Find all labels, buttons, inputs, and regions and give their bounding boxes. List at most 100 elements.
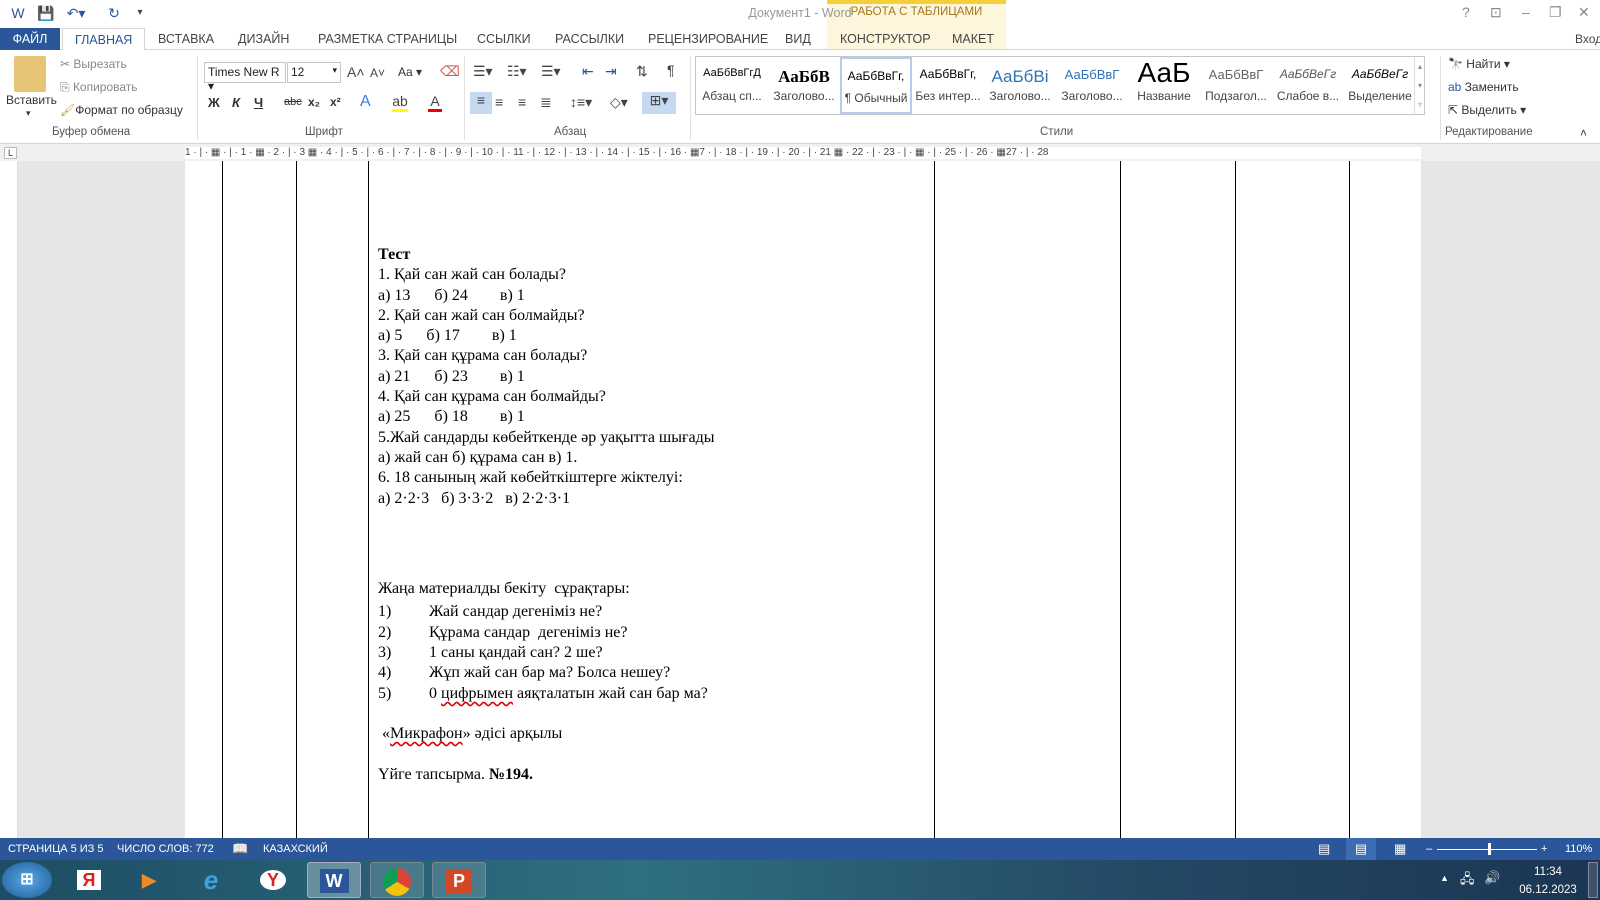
- page-count[interactable]: СТРАНИЦА 5 ИЗ 5: [8, 838, 104, 860]
- subscript-button[interactable]: x₂: [308, 95, 320, 109]
- tab-design[interactable]: ДИЗАЙН: [226, 28, 301, 50]
- horizontal-ruler[interactable]: 1 · | · ▦ · | · 1 · ▦ · 2 · | · 3 ▦ · 4 …: [185, 147, 1421, 159]
- close-button[interactable]: ✕: [1578, 4, 1590, 21]
- justify-icon[interactable]: ≣: [540, 94, 552, 111]
- tab-selector[interactable]: L: [4, 147, 17, 159]
- taskbar-word-icon[interactable]: W: [307, 862, 361, 898]
- underline-button[interactable]: Ч: [254, 95, 263, 110]
- misspelled-word[interactable]: цифрымен: [441, 685, 513, 702]
- decrease-indent-icon[interactable]: ⇤: [582, 63, 594, 80]
- zoom-level[interactable]: 110%: [1565, 838, 1592, 860]
- question-number: 1): [378, 603, 392, 620]
- restore-button[interactable]: ❐: [1549, 4, 1562, 21]
- styles-scroll[interactable]: ▴ ▾ ▿: [1414, 57, 1425, 114]
- sort-icon[interactable]: ⇅: [636, 63, 648, 80]
- style-heading-2[interactable]: АаБбВвГ Заголово...: [1056, 57, 1128, 114]
- replace-button[interactable]: ab Заменить: [1448, 80, 1519, 94]
- multilevel-list-icon[interactable]: ☰▾: [541, 63, 561, 80]
- taskbar-ie-icon[interactable]: e: [184, 862, 238, 898]
- bold-button[interactable]: Ж: [208, 95, 220, 110]
- superscript-button[interactable]: x²: [330, 95, 341, 109]
- numbering-icon[interactable]: ☷▾: [507, 63, 527, 80]
- proofing-icon[interactable]: 📖: [232, 838, 248, 860]
- tab-table-layout[interactable]: МАКЕТ: [940, 28, 1006, 50]
- italic-button[interactable]: К: [232, 95, 240, 110]
- format-painter-button[interactable]: 🖌Формат по образцу: [60, 103, 183, 117]
- style-normal[interactable]: АаБбВвГг, ¶ Обычный: [840, 57, 912, 114]
- minimize-button[interactable]: –: [1522, 4, 1530, 20]
- style-heading-1[interactable]: АаБбВі Заголово...: [984, 57, 1056, 114]
- paste-button[interactable]: Вставить: [6, 93, 57, 107]
- clock-date[interactable]: 06.12.2023: [1514, 884, 1582, 896]
- align-center-icon[interactable]: ≡: [495, 94, 503, 110]
- taskbar-chrome-icon[interactable]: [370, 862, 424, 898]
- language[interactable]: КАЗАХСКИЙ: [263, 838, 328, 860]
- style-emphasis[interactable]: АаБбВеГг Выделение: [1344, 57, 1416, 114]
- network-icon[interactable]: 🖧: [1460, 870, 1475, 892]
- borders-icon[interactable]: ⊞▾: [642, 92, 676, 114]
- style-no-spacing[interactable]: АаБбВвГг, Без интер...: [912, 57, 984, 114]
- tab-insert[interactable]: ВСТАВКА: [146, 28, 226, 50]
- taskbar-yandex-icon[interactable]: Я: [62, 862, 116, 898]
- tab-home[interactable]: ГЛАВНАЯ: [62, 28, 146, 51]
- tab-references[interactable]: ССЫЛКИ: [465, 28, 543, 50]
- tab-layout[interactable]: РАЗМЕТКА СТРАНИЦЫ: [306, 28, 469, 50]
- show-hidden-icons[interactable]: ▲: [1440, 873, 1449, 883]
- copy-button[interactable]: ⎘ Копировать: [60, 80, 138, 95]
- text-effects-icon[interactable]: A: [360, 93, 371, 111]
- style-subtitle[interactable]: АаБбВвГ Подзагол...: [1200, 57, 1272, 114]
- vertical-ruler[interactable]: [0, 161, 18, 838]
- font-name-select[interactable]: Times New R ▾: [204, 62, 286, 93]
- zoom-slider-thumb[interactable]: [1488, 843, 1491, 855]
- tab-mailings[interactable]: РАССЫЛКИ: [543, 28, 636, 50]
- sign-in-link[interactable]: Вход: [1575, 28, 1600, 50]
- style-heading[interactable]: АаБбВ Заголово...: [768, 57, 840, 114]
- misspelled-word[interactable]: Микрафон: [390, 725, 463, 742]
- zoom-slider[interactable]: [1437, 849, 1537, 850]
- ribbon-display-icon[interactable]: ⊡: [1490, 4, 1502, 21]
- font-color-icon[interactable]: A: [428, 93, 442, 112]
- show-desktop-button[interactable]: [1588, 862, 1598, 898]
- web-layout-icon[interactable]: ▦: [1394, 838, 1406, 860]
- align-left-icon[interactable]: ≡: [470, 92, 492, 114]
- increase-indent-icon[interactable]: ⇥: [605, 63, 617, 80]
- paste-dropdown-icon[interactable]: ▾: [26, 108, 31, 119]
- tab-file[interactable]: ФАЙЛ: [0, 28, 60, 50]
- zoom-in-button[interactable]: +: [1541, 838, 1547, 860]
- shading-icon[interactable]: ◇▾: [610, 94, 628, 111]
- read-mode-icon[interactable]: ▤: [1318, 838, 1330, 860]
- strikethrough-button[interactable]: abc: [284, 96, 302, 108]
- line-spacing-icon[interactable]: ↕≡▾: [570, 94, 592, 111]
- cut-button[interactable]: ✂ Вырезать: [60, 57, 127, 71]
- taskbar-yandex-browser-icon[interactable]: Y: [246, 862, 300, 898]
- tab-review[interactable]: РЕЦЕНЗИРОВАНИЕ: [636, 28, 780, 50]
- paste-icon[interactable]: [14, 56, 46, 92]
- start-button[interactable]: ⊞: [2, 862, 52, 898]
- select-button[interactable]: ⇱ Выделить ▾: [1448, 103, 1526, 117]
- collapse-ribbon-icon[interactable]: ˄: [1580, 126, 1587, 140]
- align-right-icon[interactable]: ≡: [518, 94, 526, 110]
- clear-formatting-icon[interactable]: ⌫: [440, 63, 460, 80]
- bullets-icon[interactable]: ☰▾: [473, 63, 493, 80]
- homework-number: №194.: [488, 766, 534, 783]
- find-button[interactable]: 🔭 Найти ▾: [1448, 57, 1510, 71]
- zoom-out-button[interactable]: –: [1426, 838, 1432, 860]
- style-subtle-emphasis[interactable]: АаБбВеГг Слабое в...: [1272, 57, 1344, 114]
- grow-font-icon[interactable]: A˄: [347, 64, 365, 80]
- font-size-select[interactable]: 12 ▾: [287, 62, 341, 83]
- clock-time[interactable]: 11:34: [1518, 866, 1578, 878]
- show-marks-icon[interactable]: ¶: [667, 62, 675, 78]
- highlight-icon[interactable]: ab: [392, 93, 408, 112]
- tab-table-design[interactable]: КОНСТРУКТОР: [828, 28, 943, 50]
- help-button[interactable]: ?: [1462, 4, 1470, 20]
- word-count[interactable]: ЧИСЛО СЛОВ: 772: [117, 838, 214, 860]
- style-list-paragraph[interactable]: АаБбВвГгД Абзац сп...: [696, 57, 768, 114]
- taskbar-media-player-icon[interactable]: ▶: [122, 862, 176, 898]
- change-case-button[interactable]: Aa ▾: [398, 65, 422, 79]
- taskbar-powerpoint-icon[interactable]: P: [432, 862, 486, 898]
- style-title[interactable]: АаБ Название: [1128, 57, 1200, 114]
- tab-view[interactable]: ВИД: [773, 28, 823, 50]
- shrink-font-icon[interactable]: A˅: [370, 66, 385, 80]
- print-layout-icon[interactable]: ▤: [1346, 838, 1376, 860]
- volume-icon[interactable]: 🔊: [1484, 870, 1500, 886]
